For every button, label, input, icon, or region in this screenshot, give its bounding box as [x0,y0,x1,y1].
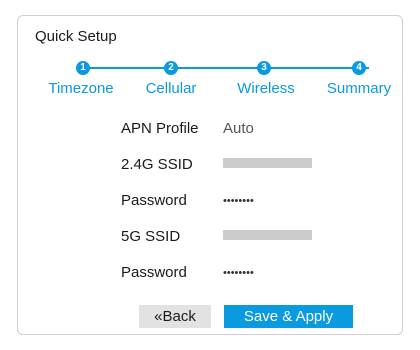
password-5g-label: Password [121,264,187,281]
step-label-timezone[interactable]: Timezone [31,80,131,97]
step-marker-1: 1 [76,61,90,75]
password-24g-label: Password [121,192,187,209]
back-button[interactable]: «Back [139,305,211,328]
step-label-summary[interactable]: Summary [309,80,409,97]
step-label-wireless[interactable]: Wireless [216,80,316,97]
step-marker-3: 3 [257,61,271,75]
ssid-5g-value [223,230,312,240]
password-5g-value: •••••••• [223,267,254,279]
ssid-5g-label: 5G SSID [121,228,181,245]
step-marker-4: 4 [352,61,366,75]
step-marker-2: 2 [164,61,178,75]
password-24g-value: •••••••• [223,195,254,207]
ssid-24g-label: 2.4G SSID [121,156,193,173]
setup-stepper: 1 2 3 4 Timezone Cellular Wireless Summa… [18,16,404,116]
apn-profile-label: APN Profile [121,120,199,137]
step-label-cellular[interactable]: Cellular [121,80,221,97]
save-apply-button[interactable]: Save & Apply [224,305,353,328]
ssid-24g-value [223,158,312,168]
stepper-track [83,67,369,69]
quick-setup-panel: Quick Setup 1 2 3 4 Timezone Cellular Wi… [17,15,403,335]
apn-profile-value: Auto [223,120,254,137]
